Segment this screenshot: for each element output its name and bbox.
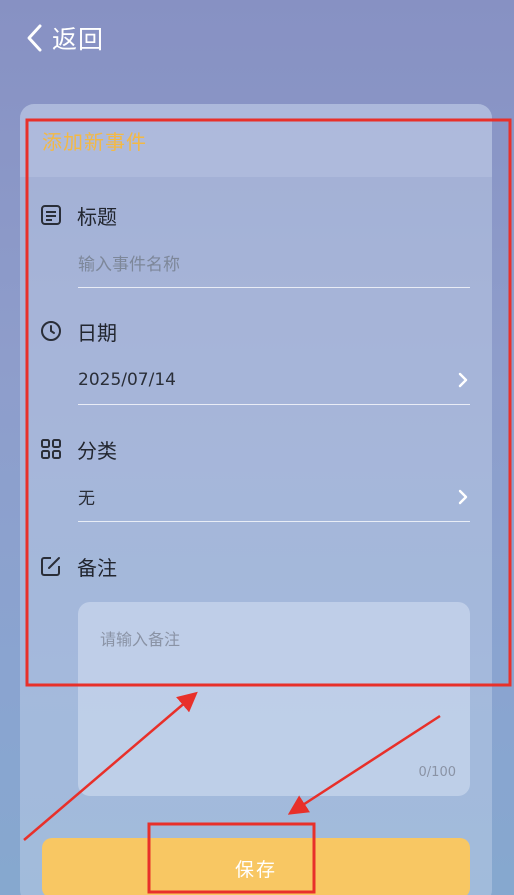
notes-textarea[interactable]: 请输入备注 0/100 bbox=[78, 602, 470, 796]
category-label: 分类 bbox=[77, 438, 117, 463]
title-label: 标题 bbox=[77, 204, 117, 229]
save-button[interactable]: 保存 bbox=[42, 838, 470, 895]
notes-section: 备注 bbox=[40, 551, 472, 581]
clock-icon bbox=[41, 321, 61, 341]
chevron-left-icon bbox=[27, 24, 42, 52]
add-event-card: 添加新事件 标题 输入事件名称 日期 2025/07/14 分类 无 备注 请输… bbox=[20, 104, 492, 895]
date-value: 2025/07/14 bbox=[78, 369, 176, 390]
chevron-right-icon bbox=[456, 488, 470, 506]
edit-icon bbox=[41, 557, 60, 576]
title-section: 标题 bbox=[40, 200, 472, 230]
back-label: 返回 bbox=[52, 25, 105, 54]
save-label: 保存 bbox=[234, 858, 277, 881]
date-section: 日期 bbox=[40, 316, 472, 346]
back-button[interactable]: 返回 bbox=[24, 18, 104, 58]
event-name-placeholder: 输入事件名称 bbox=[78, 255, 180, 275]
chevron-right-icon bbox=[456, 371, 470, 389]
grid-icon bbox=[41, 439, 61, 459]
date-label: 日期 bbox=[77, 320, 117, 345]
notes-char-counter: 0/100 bbox=[418, 765, 456, 780]
category-section: 分类 bbox=[40, 434, 472, 464]
category-picker[interactable]: 无 bbox=[78, 472, 470, 522]
card-header: 添加新事件 bbox=[20, 104, 492, 177]
category-value: 无 bbox=[78, 489, 95, 509]
notes-label: 备注 bbox=[77, 555, 117, 580]
card-title: 添加新事件 bbox=[42, 130, 147, 154]
event-name-input[interactable]: 输入事件名称 bbox=[78, 238, 470, 288]
notes-placeholder: 请输入备注 bbox=[100, 630, 181, 649]
date-picker[interactable]: 2025/07/14 bbox=[78, 355, 470, 405]
document-lines-icon bbox=[41, 205, 61, 225]
